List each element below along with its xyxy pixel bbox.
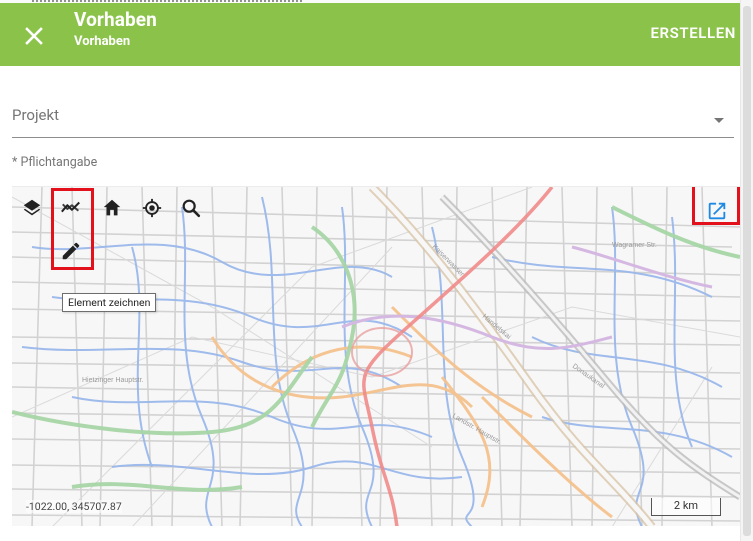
open-external-button[interactable] (703, 197, 731, 225)
map-view[interactable]: Kaiserwasser Handelskai Donaukanal Hietz… (12, 186, 740, 526)
close-button[interactable] (20, 22, 48, 50)
dialog-header: Vorhaben Vorhaben ERSTELLEN (0, 3, 740, 66)
scrollbar-thumb[interactable] (743, 6, 751, 536)
draw-element-tooltip: Element zeichnen (62, 293, 157, 312)
vertical-scrollbar[interactable] (740, 0, 753, 541)
home-button[interactable] (98, 194, 126, 222)
pencil-icon (62, 242, 80, 260)
dialog-title: Vorhaben (74, 8, 157, 31)
locate-icon (142, 198, 162, 218)
layers-icon (23, 199, 41, 216)
dropdown-caret-icon (714, 118, 724, 123)
home-icon (103, 199, 121, 216)
required-hint: * Pflichtangabe (12, 155, 98, 170)
close-icon (25, 27, 43, 45)
map-base-layer: Kaiserwasser Handelskai Donaukanal Hietz… (12, 187, 740, 526)
locate-button[interactable] (138, 194, 166, 222)
dialog-subtitle: Vorhaben (74, 34, 131, 49)
draw-line-icon (61, 201, 80, 213)
create-button[interactable]: ERSTELLEN (650, 23, 736, 43)
svg-text:Hietzinger Hauptstr.: Hietzinger Hauptstr. (82, 377, 144, 384)
draw-line-button[interactable] (57, 194, 85, 222)
svg-text:Landstr. Hauptstr.: Landstr. Hauptstr. (451, 413, 502, 447)
dialog-page: Vorhaben Vorhaben ERSTELLEN Projekt * Pf… (0, 0, 753, 541)
draw-element-button[interactable] (57, 237, 85, 265)
search-icon (182, 199, 201, 218)
search-button[interactable] (177, 194, 205, 222)
project-field-label: Projekt (12, 106, 60, 124)
layers-button[interactable] (18, 194, 46, 222)
open-in-new-icon (708, 202, 726, 220)
cursor-coordinates: -1022.00, 345707.87 (26, 500, 122, 513)
svg-text:Wagramer Str.: Wagramer Str. (612, 242, 657, 249)
project-select[interactable]: Projekt (12, 92, 734, 138)
scale-bar: 2 km (651, 498, 721, 516)
